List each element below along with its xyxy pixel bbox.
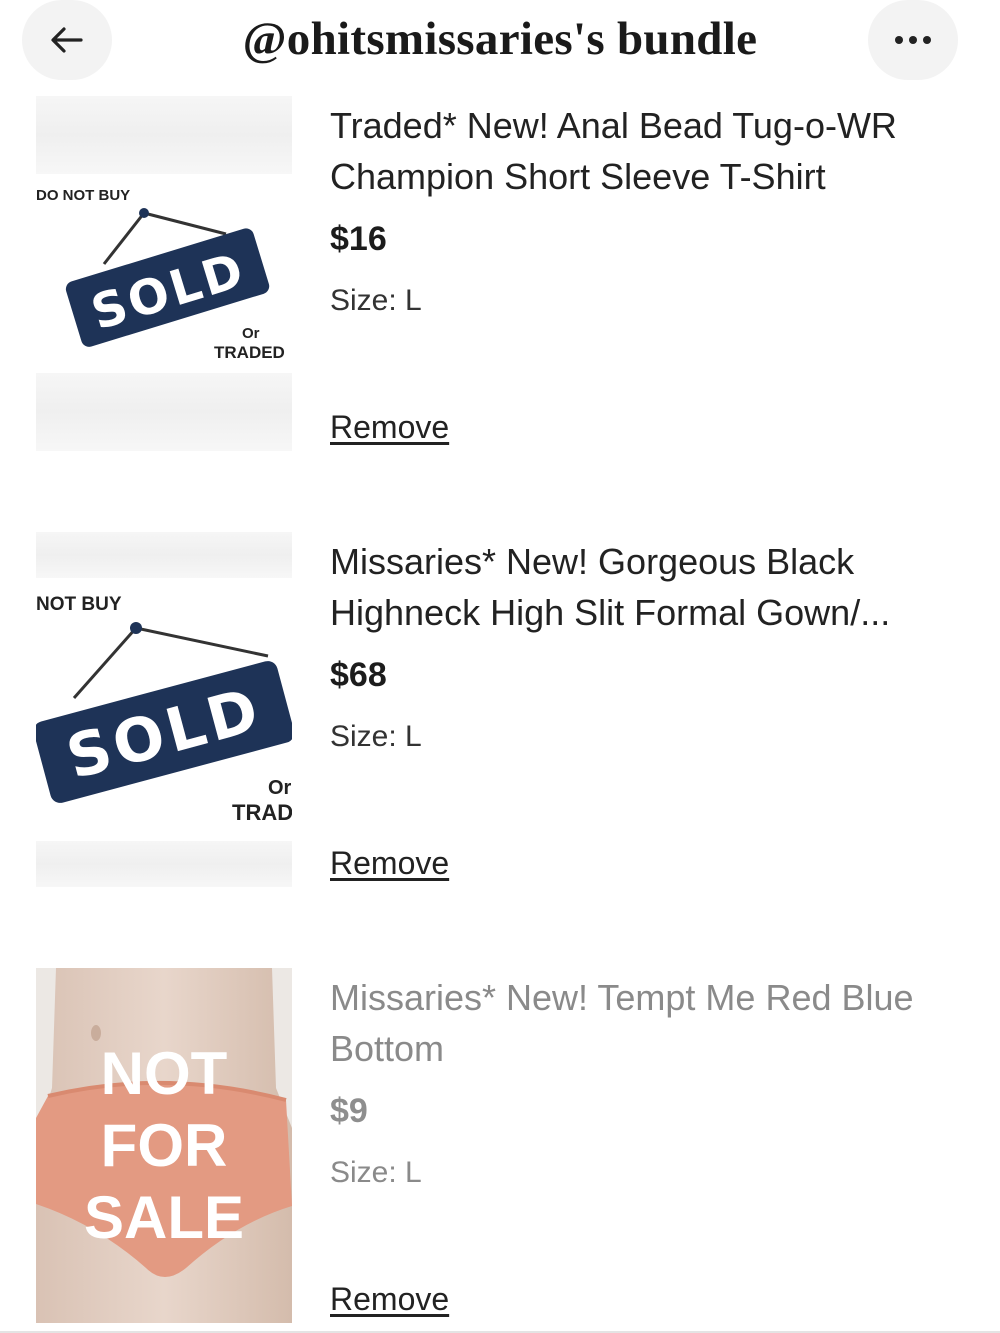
product-photo: NOT FOR SALE [36,968,292,1323]
more-options-button[interactable] [868,0,958,80]
arrow-left-icon [51,27,83,53]
bundle-item: DO NOT BUY SOLD Or TRADED Traded* New! A… [0,96,1000,516]
traded-label: TRAD [232,800,292,825]
back-button[interactable] [22,0,112,80]
header-bar: @ohitsmissaries's bundle [0,0,1000,92]
item-size: Size: L [330,1156,422,1189]
or-label: Or [268,777,292,799]
item-price: $68 [330,656,387,694]
item-size: Size: L [330,720,422,753]
not-label: NOT [101,1040,228,1107]
sold-sign-graphic: DO NOT BUY SOLD Or TRADED [36,187,285,362]
remove-link[interactable]: Remove [330,1281,449,1318]
traded-label: TRADED [214,343,285,362]
item-thumbnail[interactable]: NOT BUY SOLD Or TRAD [36,532,292,887]
item-title[interactable]: Missaries* New! Tempt Me Red Blue Bottom [330,972,970,1074]
ellipsis-icon [895,36,931,44]
bundle-item: NOT FOR SALE Missaries* New! Tempt Me Re… [0,968,1000,1333]
do-not-buy-label: NOT BUY [36,594,122,615]
remove-link[interactable]: Remove [330,845,449,882]
sold-sign-graphic: NOT BUY SOLD Or TRAD [36,594,292,825]
item-price: $16 [330,220,387,258]
do-not-buy-label: DO NOT BUY [36,187,130,204]
item-thumbnail[interactable]: DO NOT BUY SOLD Or TRADED [36,96,292,451]
item-price: $9 [330,1092,368,1130]
bundle-item: NOT BUY SOLD Or TRAD Missaries* New! Gor… [0,532,1000,952]
item-title[interactable]: Missaries* New! Gorgeous Black Highneck … [330,536,970,638]
page-title: @ohitsmissaries's bundle [242,13,758,65]
item-title[interactable]: Traded* New! Anal Bead Tug-o-WR Champion… [330,100,970,202]
or-label: Or [242,325,260,342]
item-thumbnail[interactable]: NOT FOR SALE [36,968,292,1323]
item-size: Size: L [330,284,422,317]
remove-link[interactable]: Remove [330,409,449,446]
for-label: FOR [101,1112,228,1179]
sale-label: SALE [84,1184,244,1251]
